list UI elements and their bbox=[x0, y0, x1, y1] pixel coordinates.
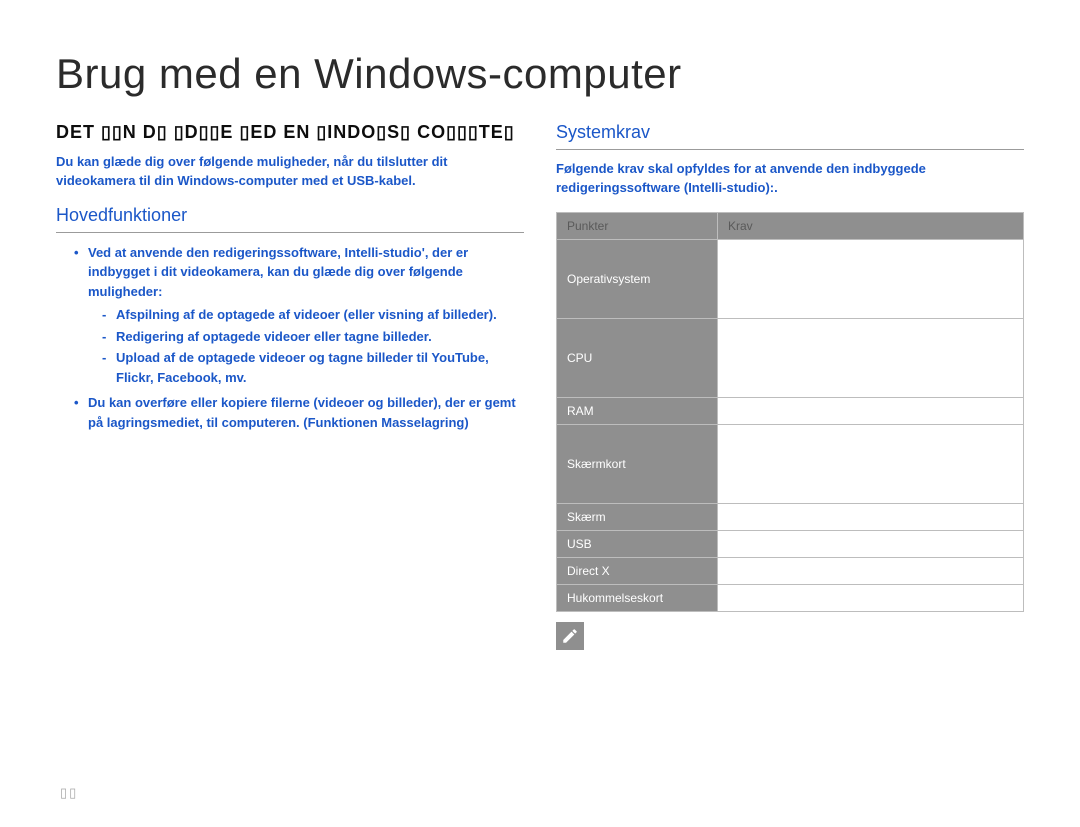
feature-item: Ved at anvende den redigeringssoftware, … bbox=[74, 243, 524, 388]
table-row-label: RAM bbox=[557, 397, 718, 424]
feature-item-lead: Ved at anvende den redigeringssoftware, … bbox=[88, 245, 468, 299]
table-row-value bbox=[718, 397, 1024, 424]
two-column-layout: DET ▯▯N D▯ ▯D▯▯E ▯ED EN ▯INDO▯S▯ CO▯▯▯TE… bbox=[56, 122, 1024, 650]
left-intro-text: Du kan glæde dig over følgende mulighede… bbox=[56, 153, 524, 191]
table-row-label: Skærm bbox=[557, 503, 718, 530]
page-title: Brug med en Windows-computer bbox=[56, 50, 1024, 98]
table-row-value bbox=[718, 557, 1024, 584]
left-subheading: Hovedfunktioner bbox=[56, 205, 524, 233]
left-column: DET ▯▯N D▯ ▯D▯▯E ▯ED EN ▯INDO▯S▯ CO▯▯▯TE… bbox=[56, 122, 524, 650]
document-page: Brug med en Windows-computer DET ▯▯N D▯ … bbox=[0, 0, 1080, 827]
right-column: Systemkrav Følgende krav skal opfyldes f… bbox=[556, 122, 1024, 650]
table-row-label: Direct X bbox=[557, 557, 718, 584]
note-icon bbox=[556, 622, 584, 650]
table-row-value bbox=[718, 424, 1024, 503]
feature-sublist: Afspilning af de optagede af videoer (el… bbox=[88, 305, 524, 387]
table-row-value bbox=[718, 239, 1024, 318]
table-row-value bbox=[718, 530, 1024, 557]
right-intro-text: Følgende krav skal opfyldes for at anven… bbox=[556, 160, 1024, 198]
table-row-label: CPU bbox=[557, 318, 718, 397]
feature-subitem: Redigering af optagede videoer eller tag… bbox=[102, 327, 524, 347]
table-row-label: Skærmkort bbox=[557, 424, 718, 503]
right-subheading: Systemkrav bbox=[556, 122, 1024, 150]
page-number: ▯▯ bbox=[60, 785, 78, 801]
table-row: CPU bbox=[557, 318, 1024, 397]
feature-subitem: Afspilning af de optagede af videoer (el… bbox=[102, 305, 524, 325]
table-row: Skærmkort bbox=[557, 424, 1024, 503]
table-row-label: Hukommelseskort bbox=[557, 584, 718, 611]
pencil-icon bbox=[561, 627, 579, 645]
table-row-value bbox=[718, 584, 1024, 611]
table-row: Skærm bbox=[557, 503, 1024, 530]
table-row-label: Operativsystem bbox=[557, 239, 718, 318]
table-row-value bbox=[718, 318, 1024, 397]
table-row: USB bbox=[557, 530, 1024, 557]
table-row: Hukommelseskort bbox=[557, 584, 1024, 611]
table-row-label: USB bbox=[557, 530, 718, 557]
table-row: RAM bbox=[557, 397, 1024, 424]
table-head-left: Punkter bbox=[557, 212, 718, 239]
table-row: Direct X bbox=[557, 557, 1024, 584]
table-row: Operativsystem bbox=[557, 239, 1024, 318]
section-heading: DET ▯▯N D▯ ▯D▯▯E ▯ED EN ▯INDO▯S▯ CO▯▯▯TE… bbox=[56, 122, 524, 143]
requirements-table: Punkter Krav OperativsystemCPURAMSkærmko… bbox=[556, 212, 1024, 612]
section-heading-text: DET ▯▯N D▯ ▯D▯▯E ▯ED EN ▯INDO▯S▯ CO▯▯▯TE… bbox=[56, 122, 515, 142]
feature-list: Ved at anvende den redigeringssoftware, … bbox=[56, 243, 524, 433]
feature-item: Du kan overføre eller kopiere filerne (v… bbox=[74, 393, 524, 432]
table-row-value bbox=[718, 503, 1024, 530]
feature-subitem: Upload af de optagede videoer og tagne b… bbox=[102, 348, 524, 387]
table-head-right: Krav bbox=[718, 212, 1024, 239]
